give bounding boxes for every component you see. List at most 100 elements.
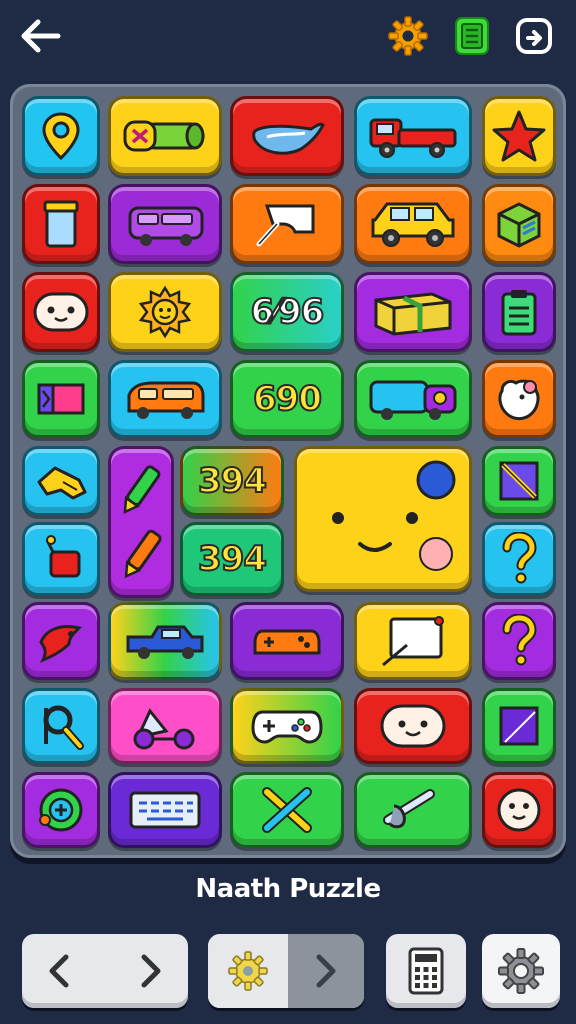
tile-badge[interactable] [22, 772, 100, 848]
gear-icon [498, 948, 544, 994]
question-icon [502, 614, 537, 666]
settings-segment[interactable] [208, 934, 288, 1008]
ruler-icon [499, 461, 539, 501]
bus-icon [127, 381, 205, 419]
sun-face-icon [138, 285, 192, 339]
hammer-icon [123, 120, 205, 152]
tile-scissor[interactable] [230, 184, 344, 264]
top-bar [0, 0, 576, 78]
tile-ribbon[interactable] [22, 360, 100, 438]
panel-icon [499, 706, 539, 746]
tile-question-purple[interactable] [482, 602, 556, 680]
tile-number-690[interactable]: 690 [230, 360, 344, 438]
next-segment[interactable] [288, 934, 364, 1008]
frame-icon [382, 616, 444, 667]
tile-scooter[interactable] [108, 688, 222, 764]
tile-van[interactable] [108, 184, 222, 264]
calculator-icon [408, 947, 444, 995]
settings-next-control[interactable] [208, 934, 364, 1008]
question-icon [502, 532, 537, 584]
clipboard-icon [501, 290, 537, 336]
glove-icon [37, 466, 87, 500]
keyboard-icon [129, 791, 201, 829]
chevron-right-icon [316, 954, 336, 988]
tile-number-label: 394 [197, 460, 268, 502]
settings-button[interactable] [384, 12, 432, 60]
tile-frame[interactable] [354, 602, 472, 680]
tile-number-label: 6⁄96 [250, 291, 326, 333]
tile-mouse[interactable] [482, 360, 556, 438]
tile-truck[interactable] [354, 96, 472, 176]
prev-next-control[interactable] [22, 934, 188, 1008]
tile-round-face[interactable] [482, 772, 556, 848]
box-icon [497, 202, 541, 248]
tile-star[interactable] [482, 96, 556, 176]
chevron-left-icon[interactable] [44, 951, 74, 991]
tile-number-label: 690 [252, 378, 323, 420]
tile-glove[interactable] [22, 446, 100, 516]
tile-bus[interactable] [108, 360, 222, 438]
flag-icon [45, 535, 81, 578]
blue-car-icon [126, 625, 204, 659]
notes-icon [455, 17, 489, 55]
mouse-icon [498, 379, 540, 421]
tile-marker-pen[interactable] [108, 446, 174, 598]
wrench-icon [383, 789, 435, 829]
star-icon [492, 110, 546, 162]
tile-clipboard[interactable] [482, 272, 556, 352]
tile-jar[interactable] [22, 184, 100, 264]
tile-hammer[interactable] [108, 96, 222, 176]
smile-icon [380, 704, 446, 748]
round-face-icon [497, 788, 541, 832]
red-bird-icon [39, 625, 82, 663]
chevron-right-icon[interactable] [136, 951, 166, 991]
tile-wrench[interactable] [354, 772, 472, 848]
tile-cross-tools[interactable] [230, 772, 344, 848]
tile-blue-car[interactable] [108, 602, 222, 680]
tile-ruler[interactable] [482, 446, 556, 516]
tile-car[interactable] [354, 184, 472, 264]
gear-icon [388, 16, 428, 56]
tile-location-pin[interactable] [22, 96, 100, 176]
tile-smile[interactable] [354, 688, 472, 764]
notes-button[interactable] [448, 12, 496, 60]
back-button[interactable] [16, 12, 64, 60]
exit-icon [516, 18, 552, 54]
tile-number-label: 394 [197, 538, 268, 580]
tile-panel[interactable] [482, 688, 556, 764]
tile-gamepad[interactable] [230, 688, 344, 764]
tile-box[interactable] [482, 184, 556, 264]
tile-flag[interactable] [22, 522, 100, 596]
game-title: Naath Puzzle [195, 874, 381, 904]
controller-icon [253, 629, 321, 655]
jar-icon [43, 200, 79, 248]
tile-wing[interactable] [230, 96, 344, 176]
tile-truck-side[interactable] [354, 360, 472, 438]
tile-number-394-bottom[interactable]: 394 [180, 522, 284, 596]
tile-sun-face[interactable] [108, 272, 222, 352]
tile-controller[interactable] [230, 602, 344, 680]
tile-number-394-top[interactable]: 394 [180, 446, 284, 516]
puzzle-board: 6⁄96 690 394 394 [10, 84, 566, 858]
wing-icon [252, 122, 325, 155]
big-face-icon [332, 460, 456, 571]
face-icon [33, 292, 89, 332]
truck-icon [369, 118, 457, 158]
tile-keyboard[interactable] [108, 772, 222, 848]
tile-face[interactable] [22, 272, 100, 352]
truck-side-icon [369, 380, 457, 420]
calculator-button[interactable] [386, 934, 466, 1008]
sun-gear-icon [228, 951, 268, 991]
tile-number-696[interactable]: 6⁄96 [230, 272, 344, 352]
exit-button[interactable] [510, 12, 558, 60]
tile-package[interactable] [354, 272, 472, 352]
tile-red-bird[interactable] [22, 602, 100, 680]
van-icon [128, 206, 204, 246]
tile-question-blue[interactable] [482, 522, 556, 596]
package-icon [374, 292, 452, 336]
cross-tools-icon [262, 787, 312, 833]
tile-magnifier[interactable] [22, 688, 100, 764]
tile-big-face[interactable] [294, 446, 472, 592]
gear-button[interactable] [482, 934, 560, 1008]
location-pin-icon [42, 112, 80, 161]
